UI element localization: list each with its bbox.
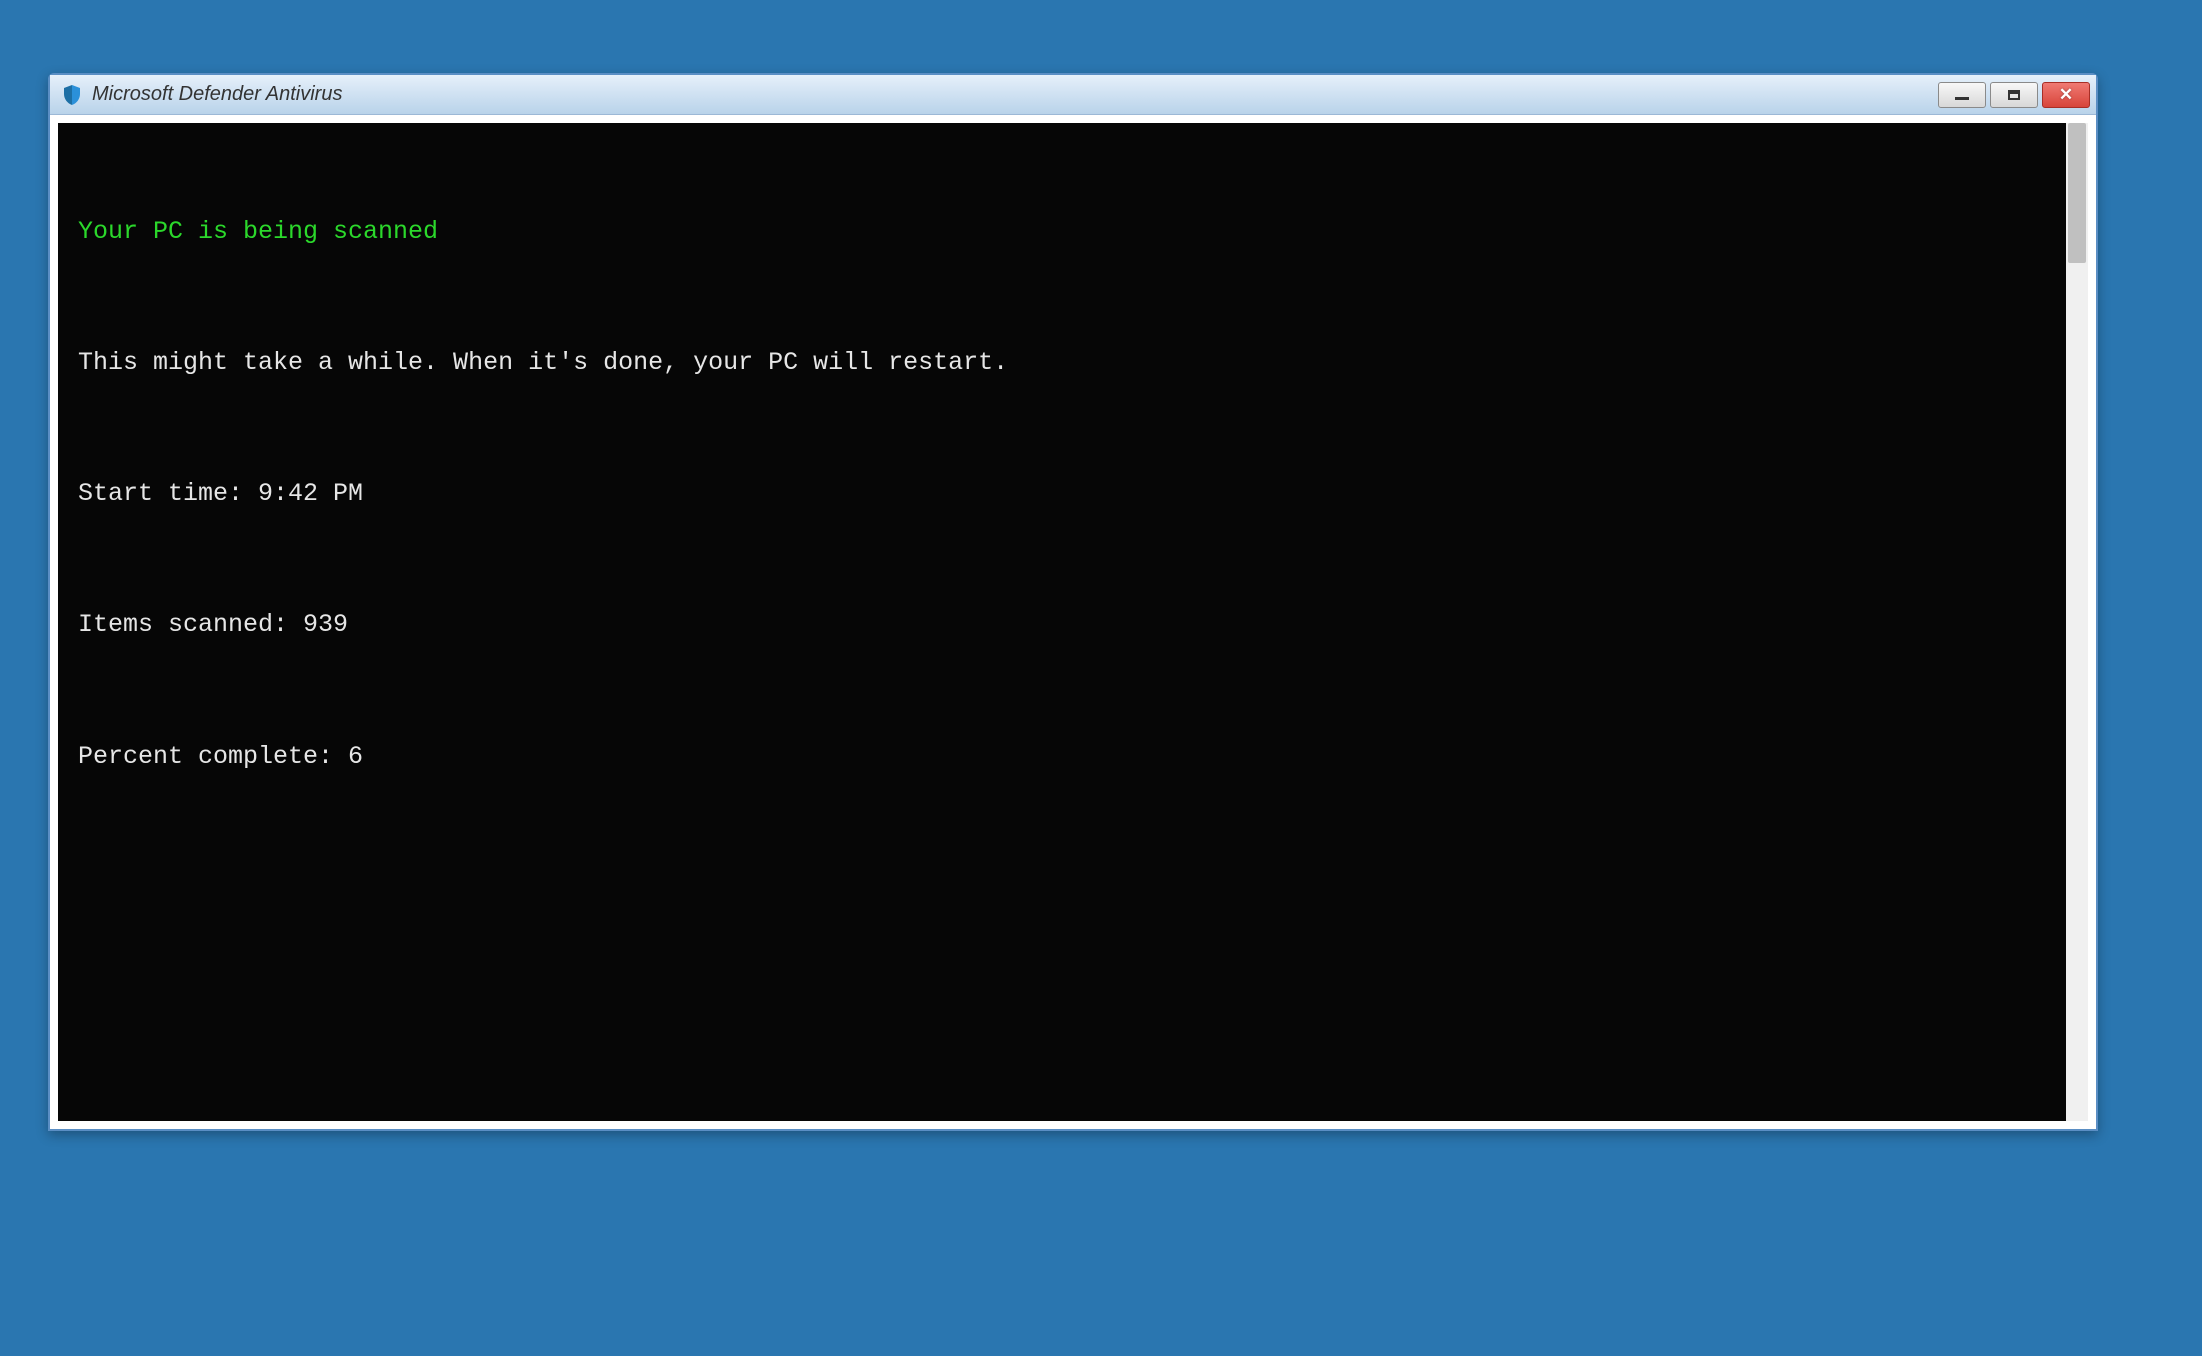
percent-complete-label: Percent complete: xyxy=(78,742,348,771)
defender-shield-icon xyxy=(60,83,84,107)
percent-complete-value: 6 xyxy=(348,742,363,771)
app-window: Microsoft Defender Antivirus ✕ Your PC i… xyxy=(48,73,2098,1131)
start-time-label: Start time: xyxy=(78,479,258,508)
start-time-line: Start time: 9:42 PM xyxy=(78,477,2046,511)
maximize-icon xyxy=(2008,90,2020,100)
titlebar[interactable]: Microsoft Defender Antivirus ✕ xyxy=(50,75,2096,115)
start-time-value: 9:42 PM xyxy=(258,479,363,508)
maximize-button[interactable] xyxy=(1990,82,2038,108)
items-scanned-line: Items scanned: 939 xyxy=(78,608,2046,642)
scrollbar-thumb[interactable] xyxy=(2068,123,2086,263)
scan-headline: Your PC is being scanned xyxy=(78,215,2046,249)
percent-complete-line: Percent complete: 6 xyxy=(78,740,2046,774)
console-frame: Your PC is being scanned This might take… xyxy=(50,115,2096,1129)
minimize-button[interactable] xyxy=(1938,82,1986,108)
minimize-icon xyxy=(1955,96,1969,100)
window-controls: ✕ xyxy=(1938,82,2090,108)
close-icon: ✕ xyxy=(2059,86,2073,103)
console-output: Your PC is being scanned This might take… xyxy=(58,123,2066,1121)
items-scanned-label: Items scanned: xyxy=(78,610,303,639)
close-button[interactable]: ✕ xyxy=(2042,82,2090,108)
scan-message: This might take a while. When it's done,… xyxy=(78,346,2046,380)
window-title: Microsoft Defender Antivirus xyxy=(92,83,1938,106)
items-scanned-value: 939 xyxy=(303,610,348,639)
scrollbar[interactable] xyxy=(2066,123,2088,1121)
